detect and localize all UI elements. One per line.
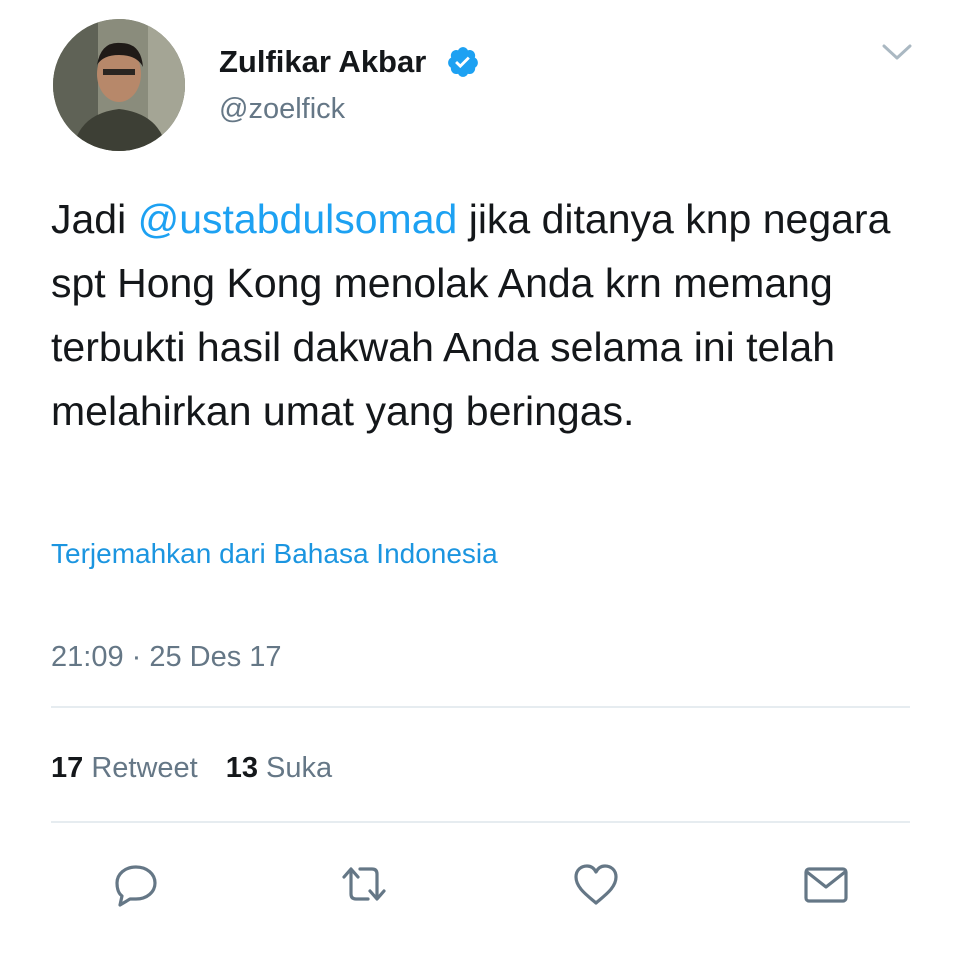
like-stat[interactable]: 13 Suka [226, 752, 332, 784]
like-label: Suka [266, 752, 333, 784]
profile-photo [53, 19, 185, 151]
reply-button[interactable] [110, 858, 162, 910]
direct-message-icon [804, 867, 848, 903]
chevron-down-icon[interactable] [880, 38, 914, 66]
retweet-count: 17 [51, 752, 84, 784]
avatar[interactable] [53, 19, 185, 151]
tweet-timestamp[interactable]: 21:09 · 25 Des 17 [51, 637, 282, 677]
reply-icon [115, 865, 157, 907]
tweet-text-before: Jadi [51, 196, 138, 242]
retweet-icon [342, 867, 386, 901]
like-count: 13 [225, 752, 258, 784]
translate-link[interactable]: Terjemahkan dari Bahasa Indonesia [51, 534, 498, 574]
tweet-stats: 17 Retweet 13 Suka [51, 748, 332, 788]
tweet-text: Jadi @ustabdulsomad jika ditanya knp neg… [51, 187, 931, 443]
divider [51, 706, 910, 708]
like-button[interactable] [570, 858, 622, 910]
direct-message-button[interactable] [800, 858, 852, 910]
retweet-stat[interactable]: 17 Retweet [51, 752, 198, 784]
author-name[interactable]: Zulfikar Akbar [219, 42, 426, 82]
mention-link[interactable]: @ustabdulsomad [138, 196, 458, 242]
retweet-label: Retweet [91, 752, 198, 784]
retweet-button[interactable] [338, 858, 390, 910]
divider [51, 821, 910, 823]
author-handle[interactable]: @zoelfick [219, 90, 345, 128]
verified-badge-icon [448, 47, 478, 77]
like-icon [574, 864, 618, 905]
